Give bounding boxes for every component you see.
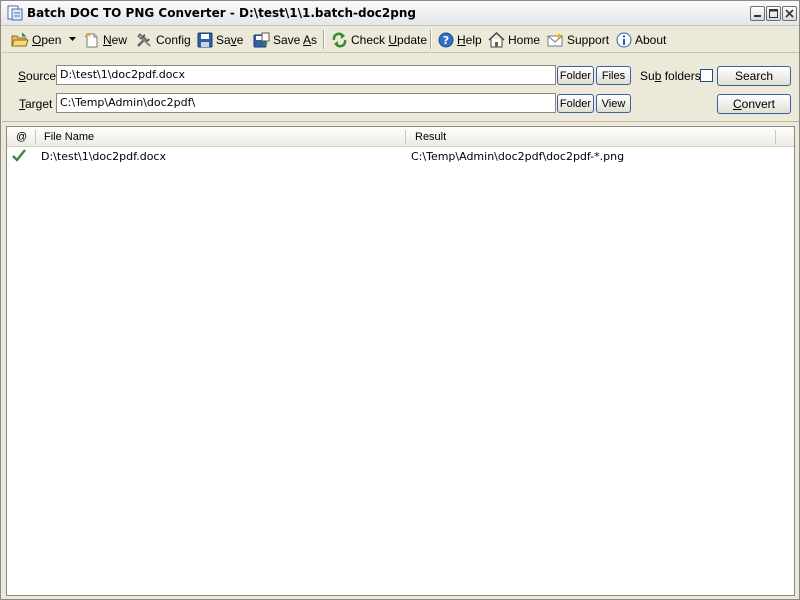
column-divider[interactable] [775,130,776,144]
save-label: Save [216,32,244,47]
home-icon [488,31,505,47]
check-update-label: Check Update [351,32,428,47]
source-path-input[interactable]: D:\test\1\doc2pdf.docx [56,65,556,85]
config-button[interactable]: Config [136,29,191,50]
dropdown-arrow-icon [69,37,76,41]
toolbar: Open New Config Save Save As Check Updat… [2,26,799,53]
source-label: Source [18,69,57,83]
new-document-icon [84,32,98,47]
close-button[interactable] [782,6,797,21]
source-files-button[interactable]: Files [596,66,631,85]
file-list[interactable]: @ File Name Result D:\test\1\doc2pdf.doc… [6,126,795,596]
result-cell: C:\Temp\Admin\doc2pdf\doc2pdf-*.png [411,150,625,163]
toolbar-separator [430,30,432,49]
help-icon: ? [438,32,454,47]
app-window: Batch DOC TO PNG Converter - D:\test\1\1… [0,0,800,600]
check-update-button[interactable]: Check Update [331,29,427,50]
save-button[interactable]: Save [197,29,243,50]
config-label: Config [156,32,191,47]
title-bar[interactable]: Batch DOC TO PNG Converter - D:\test\1\1… [1,1,799,26]
home-button[interactable]: Home [488,29,540,50]
close-icon [785,9,794,18]
target-path-input[interactable]: C:\Temp\Admin\doc2pdf\ [56,93,556,113]
target-folder-button[interactable]: Folder [557,94,594,113]
support-button[interactable]: Support [547,29,609,50]
help-button[interactable]: ? Help [438,29,482,50]
subfolders-checkbox[interactable] [700,69,713,82]
open-dropdown-button[interactable] [69,29,76,50]
save-icon [197,32,213,47]
new-label: New [103,32,128,47]
column-header-file-name[interactable]: File Name [44,131,94,143]
about-button[interactable]: About [616,29,666,50]
column-divider[interactable] [35,130,36,144]
save-as-button[interactable]: Save As [253,29,317,50]
update-icon [332,32,347,47]
column-divider[interactable] [405,130,406,144]
home-label: Home [508,32,541,47]
open-label: Open [32,32,62,47]
tools-icon [137,32,151,47]
maximize-button[interactable] [766,6,781,21]
app-icon [7,5,23,21]
svg-text:?: ? [443,34,449,47]
check-icon [12,149,26,162]
new-button[interactable]: New [84,29,127,50]
search-button[interactable]: Search [717,66,791,86]
maximize-icon [769,9,778,18]
save-as-icon [253,32,270,47]
file-name-cell: D:\test\1\doc2pdf.docx [41,150,166,163]
toolbar-separator [323,30,325,49]
table-row[interactable]: D:\test\1\doc2pdf.docx C:\Temp\Admin\doc… [7,147,794,165]
list-header: @ File Name Result [7,127,794,147]
info-icon [616,32,632,47]
support-mail-icon [547,32,563,46]
window-title: Batch DOC TO PNG Converter - D:\test\1\1… [27,6,416,20]
target-label: Target [19,97,53,111]
subfolders-label: Sub folders [640,69,701,83]
convert-button[interactable]: Convert [717,94,791,114]
minimize-button[interactable] [750,6,765,21]
minimize-icon [754,15,761,17]
source-folder-button[interactable]: Folder [557,66,594,85]
support-label: Support [567,32,610,47]
help-label: Help [457,32,482,47]
about-label: About [635,32,667,47]
open-folder-icon [11,32,29,46]
target-view-button[interactable]: View [596,94,631,113]
column-header-status[interactable]: @ [16,131,27,143]
save-as-label: Save As [273,32,318,47]
column-header-result[interactable]: Result [415,131,446,143]
open-button[interactable]: Open [11,29,61,50]
paths-panel: Source D:\test\1\doc2pdf.docx Folder Fil… [2,54,799,122]
